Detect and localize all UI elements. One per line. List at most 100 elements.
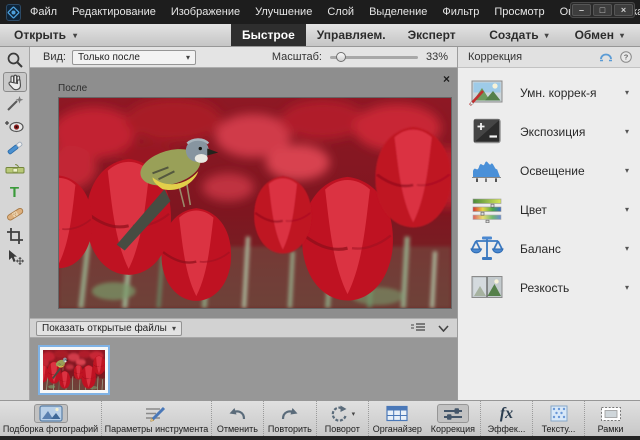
window-controls: – □ × (570, 2, 635, 18)
after-label: После (58, 83, 87, 94)
taskbar-effects-button[interactable]: fx Эффек... (480, 401, 532, 436)
adjust-item-exposure[interactable]: Экспозиция ▾ (458, 112, 640, 151)
taskbar-redo-button[interactable]: Повторить (263, 401, 316, 436)
titlebar: Файл Редактирование Изображение Улучшени… (0, 0, 640, 24)
photo-thumbnail-selected[interactable] (38, 345, 110, 395)
menu-item-enhance[interactable]: Улучшение (255, 6, 312, 18)
crop-tool-icon[interactable] (3, 226, 27, 246)
adjust-item-balance[interactable]: Баланс ▾ (458, 229, 640, 268)
adjust-item-smart-fix[interactable]: Умн. коррек-я ▾ (458, 73, 640, 112)
zoom-slider-handle[interactable] (336, 52, 346, 62)
chevron-down-icon: ▾ (625, 283, 629, 292)
taskbar-rotate-button[interactable]: ▾ Поворот (316, 401, 368, 436)
chevron-down-icon: ▾ (545, 31, 549, 40)
open-button[interactable]: Открыть ▾ (14, 28, 77, 42)
adjust-label: Цвет (520, 203, 625, 217)
tools-toolbar: T (0, 47, 30, 400)
organizer-icon (386, 405, 408, 422)
whiten-teeth-tool-icon[interactable] (3, 138, 27, 158)
adjustments-panel-header: Коррекция ? (458, 47, 640, 68)
adjust-item-sharpness[interactable]: Резкость ▾ (458, 268, 640, 307)
view-mode-value: Только после (78, 52, 140, 63)
taskbar-undo-button[interactable]: Отменить (211, 401, 263, 436)
taskbar-organizer-button[interactable]: Органайзер (368, 401, 426, 436)
menu-item-edit[interactable]: Редактирование (72, 6, 156, 18)
open-label: Открыть (14, 28, 66, 42)
adjustments-panel: Коррекция ? Умн. коррек-я ▾ (457, 47, 640, 400)
close-button[interactable]: × (614, 4, 633, 16)
type-tool-glyph: T (10, 185, 19, 200)
taskbar-label: Рамки (598, 424, 624, 434)
zoom-slider[interactable] (330, 56, 418, 59)
view-options-bar: Вид: Только после ▾ Масштаб: 33% (30, 47, 457, 68)
taskbar-label: Отменить (217, 424, 258, 434)
chevron-down-icon: ▾ (625, 127, 629, 136)
menu-item-filter[interactable]: Фильтр (442, 6, 479, 18)
view-label: Вид: (43, 51, 66, 63)
adjust-item-color[interactable]: Цвет ▾ (458, 190, 640, 229)
chevron-down-icon: ▾ (73, 31, 77, 40)
taskbar-photo-bin-button[interactable]: Подборка фотографий (0, 401, 101, 436)
menu-item-image[interactable]: Изображение (171, 6, 240, 18)
chevron-down-icon: ▾ (620, 31, 624, 40)
close-image-icon[interactable]: × (443, 73, 450, 85)
photo-bin-filter-select[interactable]: Показать открытые файлы ▾ (36, 321, 182, 336)
tab-quick[interactable]: Быстрое (231, 24, 306, 46)
mode-tabs: Быстрое Управляем. Эксперт (231, 24, 467, 46)
main-area: T Вид: Только после ▾ Масштаб: (0, 47, 640, 400)
balance-icon (469, 235, 505, 262)
photo-bin-filter-value: Показать открытые файлы (42, 323, 167, 334)
menu-item-file[interactable]: Файл (30, 6, 57, 18)
taskbar-frames-button[interactable]: Рамки (584, 401, 636, 436)
menu-item-view[interactable]: Просмотр (494, 6, 544, 18)
photo-image[interactable] (58, 97, 452, 309)
menu-item-layer[interactable]: Слой (327, 6, 354, 18)
photo-bin-icon (39, 405, 63, 422)
photo-bin-header: Показать открытые файлы ▾ (30, 318, 457, 338)
adjust-item-lighting[interactable]: Освещение ▾ (458, 151, 640, 190)
taskbar-adjustments-button[interactable]: Коррекция (426, 401, 480, 436)
straighten-tool-icon[interactable] (3, 160, 27, 180)
view-mode-select[interactable]: Только после ▾ (72, 50, 196, 65)
reset-icon[interactable] (599, 52, 613, 63)
undo-icon (227, 405, 247, 422)
quick-selection-tool-icon[interactable] (3, 94, 27, 114)
type-tool-icon[interactable]: T (3, 182, 27, 202)
lighting-icon (469, 157, 505, 184)
chevron-down-icon: ▾ (352, 410, 356, 418)
redo-icon (280, 405, 300, 422)
editor-center: Вид: Только после ▾ Масштаб: 33% После × (30, 47, 457, 400)
adjust-label: Освещение (520, 164, 625, 178)
zoom-label: Масштаб: (272, 51, 322, 63)
move-tool-icon[interactable] (3, 248, 27, 268)
create-button[interactable]: Создать ▾ (489, 28, 548, 42)
tool-options-icon (144, 405, 168, 422)
tab-expert[interactable]: Эксперт (397, 24, 467, 46)
taskbar-textures-button[interactable]: Тексту... (532, 401, 584, 436)
chevron-down-icon: ▾ (186, 53, 190, 62)
chevron-down-icon: ▾ (625, 88, 629, 97)
textures-icon (550, 405, 568, 422)
minimize-button[interactable]: – (572, 4, 591, 16)
menubar: Файл Редактирование Изображение Улучшени… (30, 6, 640, 18)
hand-tool-icon[interactable] (3, 72, 27, 92)
adjustments-list: Умн. коррек-я ▾ Экспозиция ▾ Освещение ▾ (458, 68, 640, 307)
red-eye-removal-tool-icon[interactable] (3, 116, 27, 136)
taskbar-tool-options-button[interactable]: Параметры инструмента (101, 401, 211, 436)
sharpness-icon (469, 274, 505, 301)
spot-healing-brush-tool-icon[interactable] (3, 204, 27, 224)
tabbar-right: Создать ▾ Обмен ▾ (489, 28, 624, 42)
menu-item-select[interactable]: Выделение (369, 6, 427, 18)
help-icon[interactable]: ? (620, 51, 632, 63)
collapse-bin-icon[interactable] (438, 325, 449, 332)
chevron-down-icon: ▾ (172, 324, 176, 333)
photo-bin (30, 338, 457, 400)
tab-guided[interactable]: Управляем. (306, 24, 397, 46)
smart-fix-icon (469, 79, 505, 106)
taskbar-label: Параметры инструмента (105, 424, 209, 434)
rotate-icon (330, 405, 350, 423)
panel-menu-icon[interactable] (411, 323, 425, 333)
maximize-button[interactable]: □ (593, 4, 612, 16)
zoom-tool-icon[interactable] (3, 50, 27, 70)
share-button[interactable]: Обмен ▾ (575, 28, 624, 42)
